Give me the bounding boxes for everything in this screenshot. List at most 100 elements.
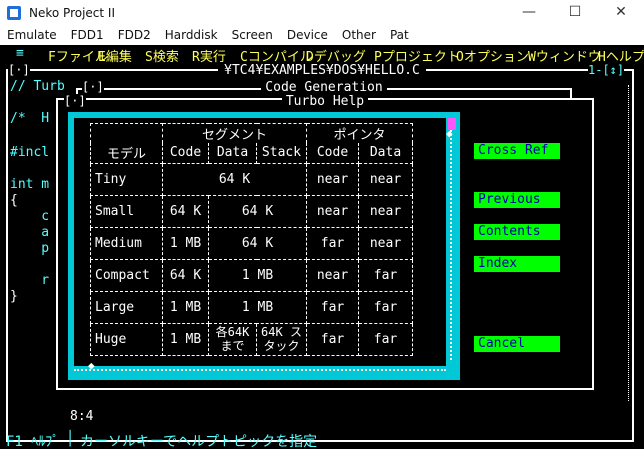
table-header-cell [90, 123, 163, 143]
table-cell: Small [90, 194, 163, 228]
table-cell: 64 K [162, 194, 209, 228]
table-cell: near [306, 194, 359, 228]
table-cell: 64 K [208, 194, 307, 228]
table-cell: near [358, 194, 413, 228]
table-header-cell: Stack [256, 143, 307, 164]
table-cell: Compact [90, 258, 163, 292]
menu-fdd1[interactable]: FDD1 [64, 28, 111, 42]
code-line: a [10, 225, 50, 240]
dos-screen[interactable]: ≡ Fファイル E編集 S検索 R実行 Cコンパイル Dデバッグ Pプロジェクト… [0, 45, 644, 449]
help-vertical-scrollbar[interactable] [446, 118, 456, 366]
cancel-label: Cancel [478, 336, 525, 351]
table-cell: far [306, 226, 359, 260]
cross-ref-button[interactable]: Cross Ref [474, 143, 560, 159]
code-generation-title: Code Generation [76, 80, 572, 95]
table-cell: 1 MB [162, 322, 209, 356]
table-cell: 各64K まで [208, 322, 257, 356]
menu-pat[interactable]: Pat [383, 28, 416, 42]
table-cell: Medium [90, 226, 163, 260]
menu-fdd2[interactable]: FDD2 [111, 28, 158, 42]
table-cell: 1 MB [208, 290, 307, 324]
code-line: // Turb [10, 79, 65, 94]
code-generation-close-box[interactable]: [·] [82, 80, 104, 94]
table-cell: far [358, 258, 413, 292]
table-cell: Huge [90, 322, 163, 356]
table-cell: far [358, 290, 413, 324]
scrollbar-track [74, 369, 446, 371]
table-cell: far [306, 322, 359, 356]
menu-screen[interactable]: Screen [225, 28, 280, 42]
table-cell: far [358, 322, 413, 356]
editor-title: ¥TC4¥EXAMPLES¥DOS¥HELLO.C [0, 63, 644, 78]
editor-window-number[interactable]: 1-[↕] [588, 63, 625, 77]
code-line: { [10, 193, 18, 208]
table-cell: near [358, 226, 413, 260]
table-cell: near [358, 162, 413, 196]
table-header-cell: ポインタ [306, 123, 413, 143]
table-row: Compact 64 K 1 MB near far [90, 258, 413, 292]
status-hint: カーソルキーでヘルプトピックを指定 [80, 434, 318, 449]
code-line: #incl [10, 145, 50, 160]
cross-ref-label: Cross Ref [478, 143, 549, 158]
turbo-help-close-box[interactable]: [·] [64, 94, 86, 108]
scroll-thumb-icon[interactable]: ◆ [446, 127, 453, 140]
index-button[interactable]: Index [474, 256, 560, 272]
table-cell: 1 MB [208, 258, 307, 292]
editor-scrollbar[interactable] [628, 85, 634, 401]
menu-device[interactable]: Device [280, 28, 335, 42]
previous-button[interactable]: Previous [474, 192, 560, 208]
previous-label: Previous [478, 192, 541, 207]
table-header-cell: モデル [90, 143, 163, 164]
cancel-button[interactable]: Cancel [474, 336, 560, 352]
table-header-cell: Data [208, 143, 257, 164]
window-titlebar: Neko Project II — ☐ ✕ [0, 0, 644, 25]
scroll-thumb-icon[interactable]: ◆ [88, 359, 95, 372]
table-cell: near [306, 258, 359, 292]
close-button[interactable]: ✕ [598, 0, 644, 25]
f1-help-key[interactable]: F1 ﾍﾙﾌﾟ [6, 431, 59, 449]
table-header-cell: Code [306, 143, 359, 164]
table-header-cell: セグメント [162, 123, 307, 143]
window-title: Neko Project II [29, 5, 115, 20]
code-line: c [10, 209, 50, 224]
editor-close-box[interactable]: [·] [8, 63, 30, 77]
table-header-cell: Data [358, 143, 413, 164]
table-cell: 1 MB [162, 226, 209, 260]
table-cell: 64 K [208, 226, 307, 260]
table-cell: Tiny [90, 162, 163, 196]
app-icon [7, 5, 21, 20]
table-row: Huge 1 MB 各64K まで 64K スタック far far [90, 322, 413, 356]
contents-button[interactable]: Contents [474, 224, 560, 240]
table-cell: far [306, 290, 359, 324]
table-cell: 64K スタック [256, 322, 307, 356]
table-row: Small 64 K 64 K near near [90, 194, 413, 228]
status-separator: │ [66, 431, 75, 447]
code-line: int m [10, 177, 50, 192]
status-bar: F1 ﾍﾙﾌﾟ │ カーソルキーでヘルプトピックを指定 [0, 431, 644, 449]
menu-other[interactable]: Other [335, 28, 383, 42]
table-header-cell: Code [162, 143, 209, 164]
tc-menu-bar: ≡ Fファイル E編集 S検索 R実行 Cコンパイル Dデバッグ Pプロジェクト… [0, 46, 644, 65]
table-header-row: セグメント ポインタ [90, 123, 413, 143]
menu-harddisk[interactable]: Harddisk [158, 28, 225, 42]
code-line: } [10, 289, 18, 304]
table-cell: 64 K [162, 162, 307, 196]
scrollbar-track [450, 126, 452, 360]
memory-model-table: セグメント ポインタ モデル Code Data Stack Code Data… [90, 123, 413, 356]
table-row: Tiny 64 K near near [90, 162, 413, 196]
system-menu-icon[interactable]: ≡ [16, 46, 24, 61]
minimize-button[interactable]: — [506, 0, 552, 25]
table-row: Medium 1 MB 64 K far near [90, 226, 413, 260]
code-line: /* H [10, 111, 50, 126]
menu-emulate[interactable]: Emulate [0, 28, 64, 42]
table-row: Large 1 MB 1 MB far far [90, 290, 413, 324]
help-horizontal-scrollbar[interactable] [74, 365, 456, 375]
contents-label: Contents [478, 224, 541, 239]
maximize-button[interactable]: ☐ [552, 0, 598, 25]
turbo-help-title: Turbo Help [56, 94, 594, 109]
cursor-position: 8:4 [70, 409, 94, 424]
table-cell: near [306, 162, 359, 196]
table-cell: Large [90, 290, 163, 324]
code-line: p [10, 241, 50, 256]
table-header-row: モデル Code Data Stack Code Data [90, 143, 413, 164]
